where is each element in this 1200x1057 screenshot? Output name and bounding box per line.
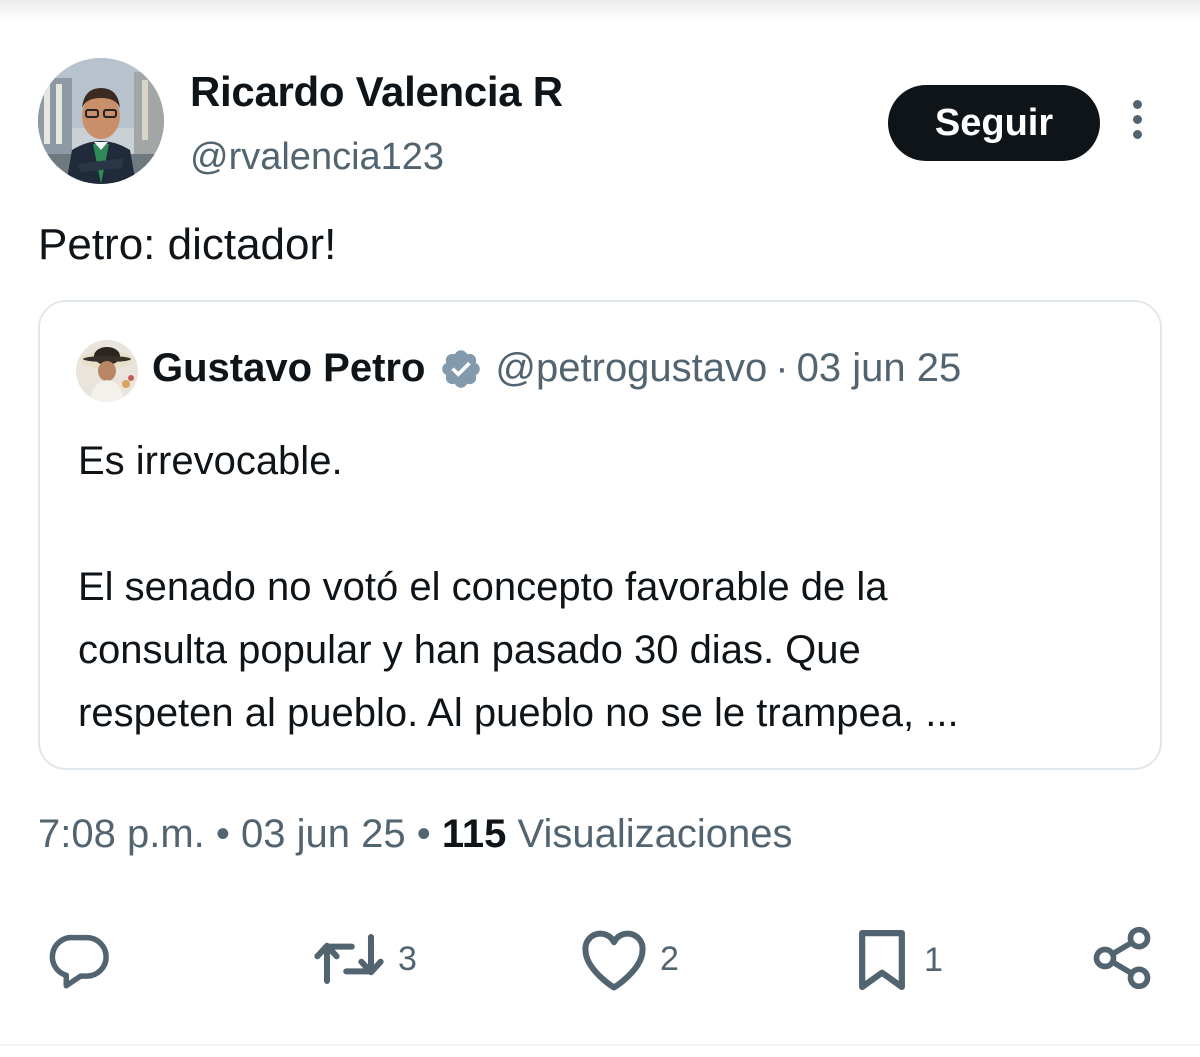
follow-button[interactable]: Seguir	[888, 85, 1100, 161]
retweet-count: 3	[398, 939, 417, 978]
meta-separator: •	[416, 812, 431, 856]
heart-icon	[582, 930, 646, 991]
reply-button[interactable]	[46, 928, 114, 994]
quoted-date[interactable]: 03 jun 25	[797, 346, 962, 391]
views-count: 115	[441, 812, 507, 856]
quoted-text: Es irrevocable. El senado no votó el con…	[78, 430, 1138, 745]
more-options-icon[interactable]	[1122, 100, 1152, 144]
tweet-metadata: 7:08 p.m. • 03 jun 25 • 115 Visualizacio…	[38, 812, 793, 857]
quoted-line: El senado no votó el concepto favorable …	[78, 565, 888, 609]
share-icon	[1093, 926, 1151, 990]
bookmark-button[interactable]: 1	[850, 926, 943, 994]
quoted-tweet-card[interactable]: Gustavo Petro @petrogustavo · 03 jun 25 …	[38, 300, 1162, 770]
quoted-line: consulta popular y han pasado 30 dias. Q…	[78, 628, 861, 672]
quoted-line: respeten al pueblo. Al pueblo no se le t…	[78, 691, 959, 735]
tweet-text: Petro: dictador!	[38, 220, 337, 269]
reply-icon	[49, 934, 109, 989]
retweet-icon	[314, 933, 384, 985]
quoted-author-avatar[interactable]	[76, 340, 138, 402]
bottom-divider	[0, 1044, 1200, 1046]
quoted-separator: ·	[775, 346, 789, 390]
verified-badge-icon	[442, 349, 481, 388]
share-button[interactable]	[1088, 924, 1156, 992]
quoted-author-handle[interactable]: @petrogustavo	[495, 346, 767, 391]
quoted-header: Gustavo Petro @petrogustavo · 03 jun 25	[152, 346, 961, 391]
like-count: 2	[660, 939, 679, 978]
author-name[interactable]: Ricardo Valencia R	[190, 68, 563, 116]
author-handle[interactable]: @rvalencia123	[190, 136, 444, 179]
bookmark-count: 1	[924, 940, 943, 979]
views-label: Visualizaciones	[517, 812, 793, 856]
quoted-author-name[interactable]: Gustavo Petro	[152, 346, 425, 391]
top-divider	[0, 0, 1200, 22]
meta-separator: •	[215, 812, 230, 856]
bookmark-icon	[859, 929, 905, 991]
action-bar: 3 2 1	[0, 920, 1200, 1000]
author-avatar[interactable]	[38, 58, 164, 184]
retweet-button[interactable]: 3	[310, 926, 417, 992]
like-button[interactable]: 2	[578, 926, 679, 992]
quoted-line: Es irrevocable.	[78, 439, 343, 483]
tweet-time[interactable]: 7:08 p.m.	[38, 812, 205, 856]
tweet-date[interactable]: 03 jun 25	[241, 812, 406, 856]
